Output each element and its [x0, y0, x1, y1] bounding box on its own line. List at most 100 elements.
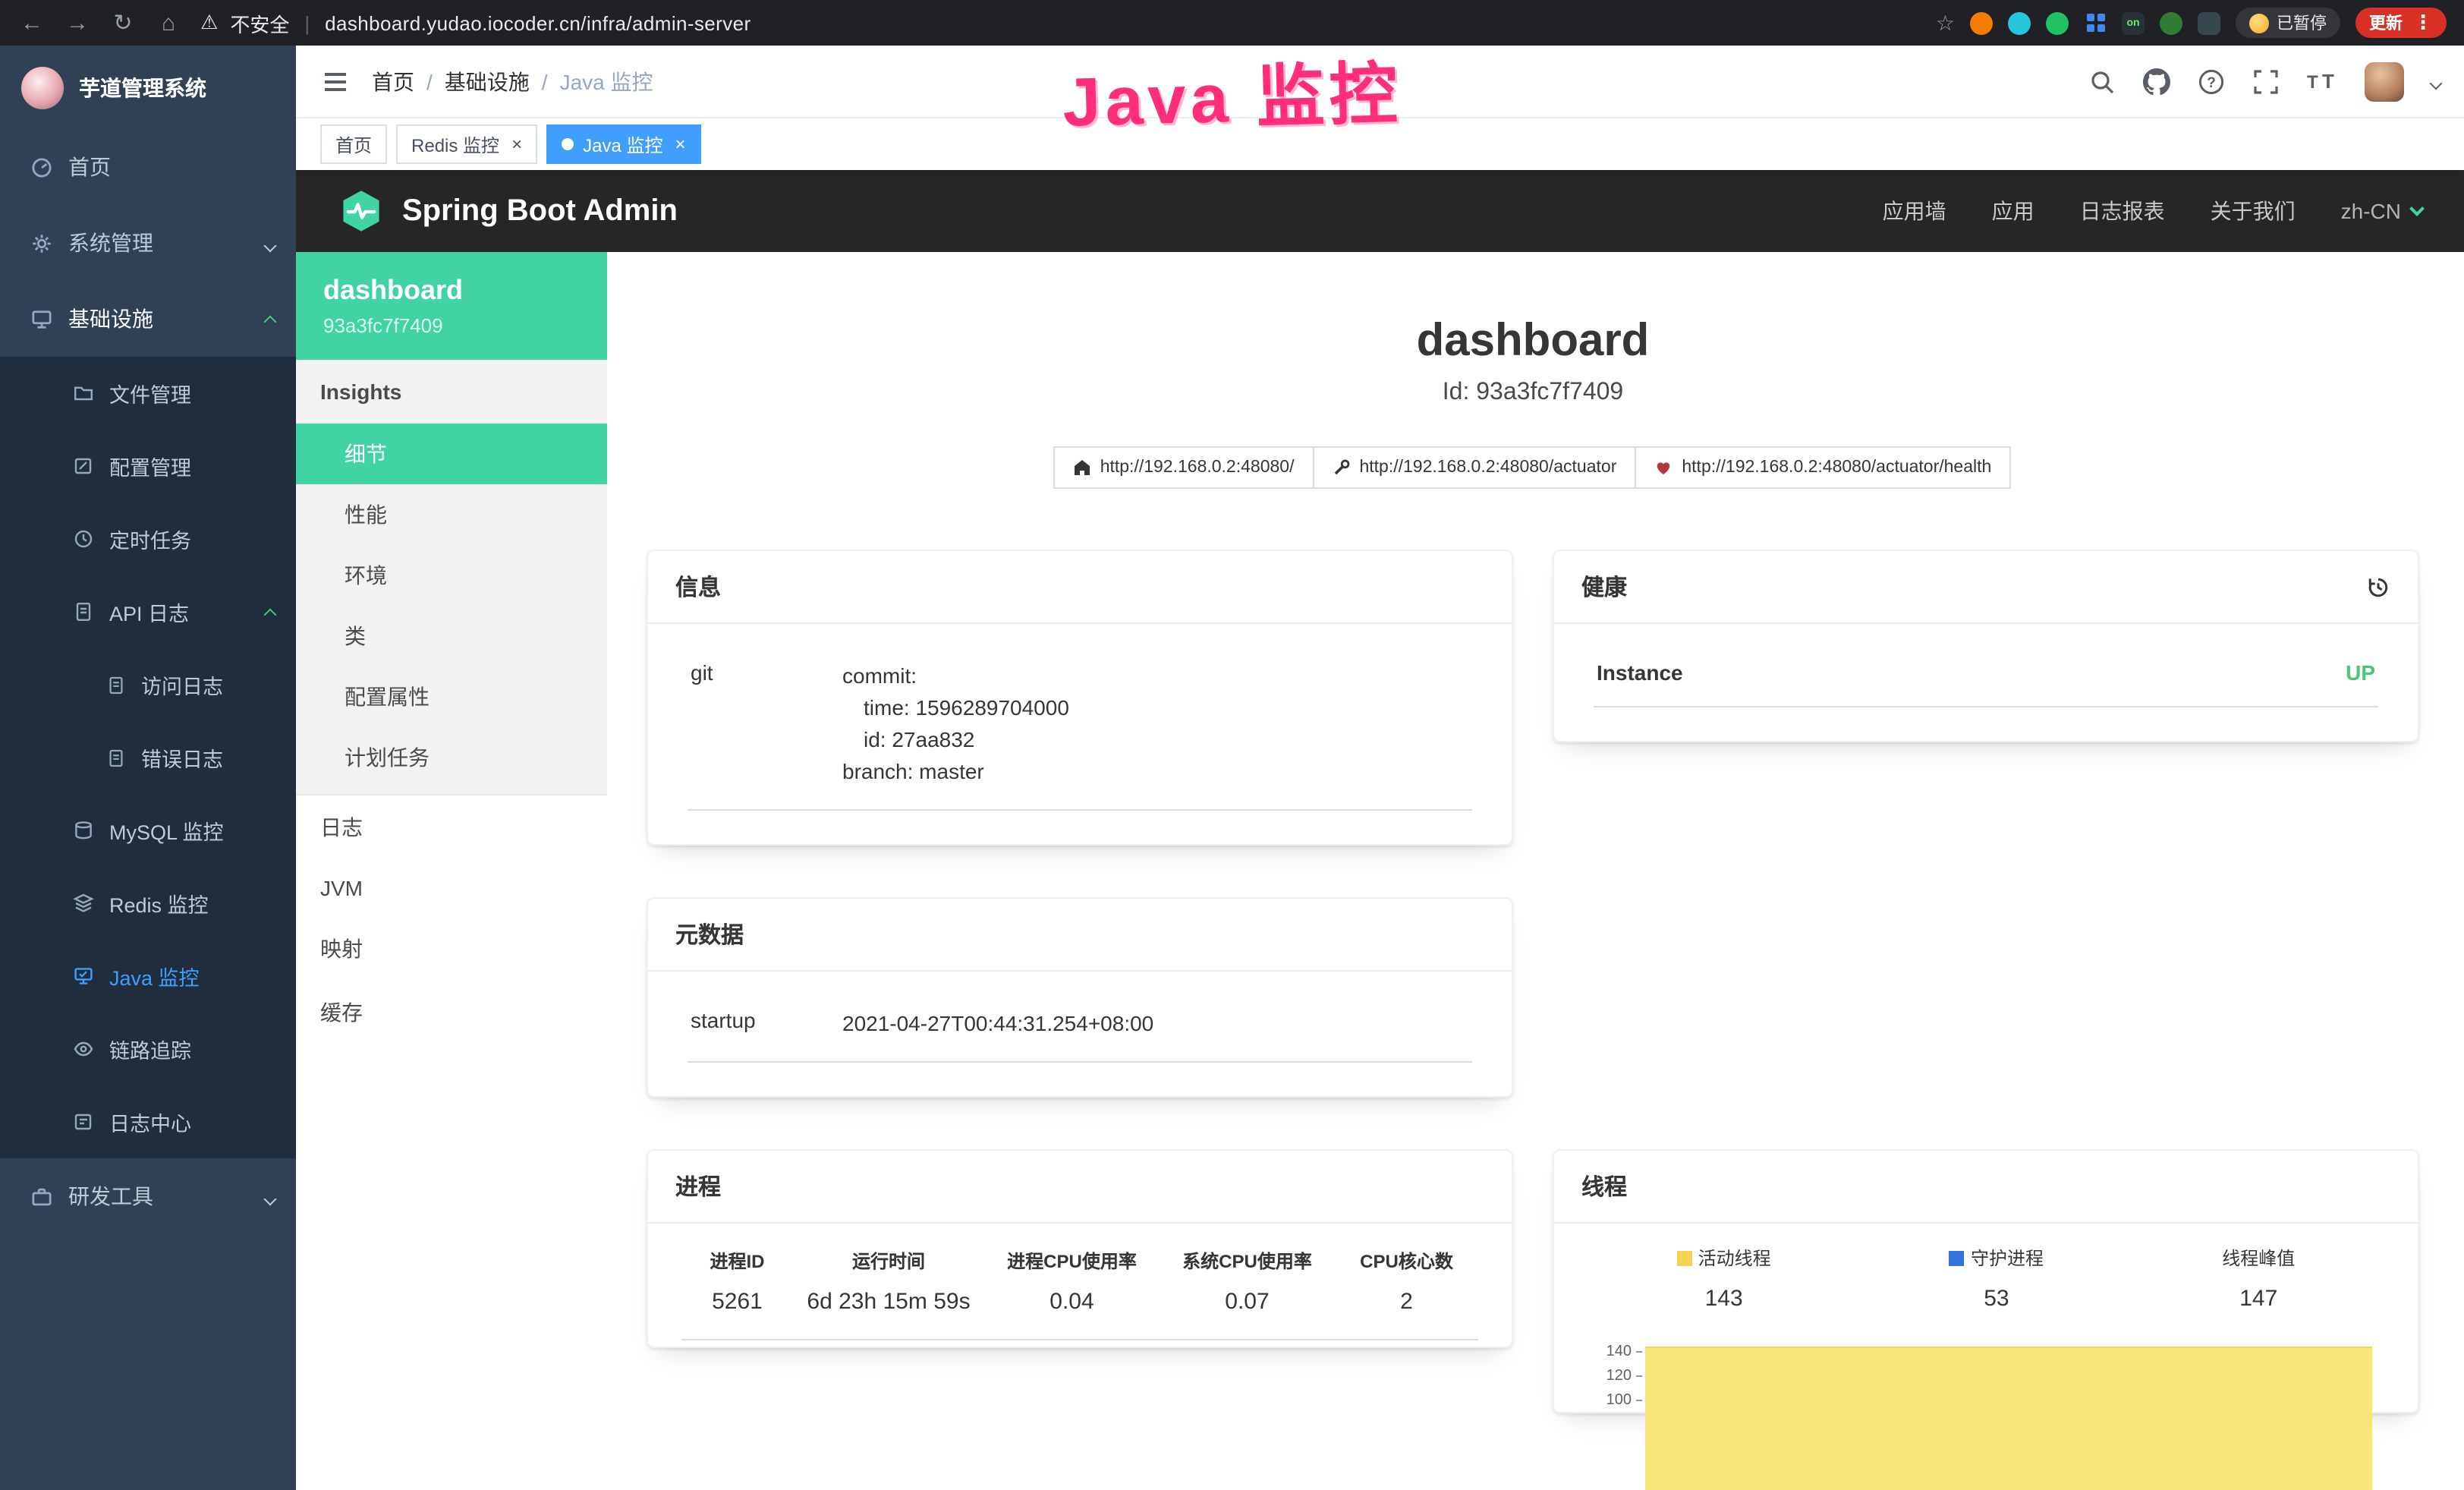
close-icon[interactable]: × — [675, 134, 685, 155]
extension-icon[interactable] — [2160, 11, 2182, 34]
gear-icon — [30, 232, 53, 254]
page-header: 首页 / 基础设施 / Java 监控 ? — [296, 46, 2464, 118]
sidebar-item-file-management[interactable]: 文件管理 — [0, 357, 296, 430]
help-icon[interactable]: ? — [2198, 68, 2225, 95]
service-url-link[interactable]: http://192.168.0.2:48080/ — [1053, 446, 1314, 489]
process-header: CPU核心数 — [1335, 1224, 1478, 1286]
process-table: 进程ID 运行时间 进程CPU使用率 系统CPU使用率 CPU核心数 5261 … — [681, 1224, 1478, 1340]
sba-language-select[interactable]: zh-CN — [2341, 199, 2422, 223]
bookmark-star-icon[interactable]: ☆ — [1936, 10, 1955, 36]
actuator-url-link[interactable]: http://192.168.0.2:48080/actuator — [1312, 446, 1636, 489]
screen: ← → ↻ ⌂ ⚠ 不安全 | dashboard.yudao.iocoder.… — [0, 0, 2464, 1490]
reload-icon[interactable]: ↻ — [109, 9, 137, 36]
process-card-title: 进程 — [648, 1151, 1512, 1224]
process-value: 0.04 — [984, 1286, 1160, 1340]
briefcase-icon — [30, 1185, 53, 1208]
url-divider: | — [304, 11, 310, 34]
sidebar-item-redis-monitor[interactable]: Redis 监控 — [0, 867, 296, 940]
browser-menu-icon[interactable]: ⋮ — [2413, 11, 2433, 35]
sidebar-item-java-monitor[interactable]: Java 监控 — [0, 940, 296, 1013]
user-avatar[interactable] — [2365, 61, 2404, 101]
active-threads-area — [1645, 1347, 2372, 1490]
info-card-title: 信息 — [648, 551, 1512, 624]
process-value: 5261 — [681, 1286, 793, 1340]
avatar-caret-icon[interactable] — [2431, 68, 2440, 95]
sidebar-item-error-log[interactable]: 错误日志 — [0, 721, 296, 794]
sba-nav-applications[interactable]: 应用 — [1992, 196, 2034, 226]
sba-brand[interactable]: Spring Boot Admin — [338, 188, 678, 234]
paused-badge[interactable]: 已暂停 — [2236, 8, 2340, 38]
sidebar-item-access-log[interactable]: 访问日志 — [0, 648, 296, 721]
sba-item-config-props[interactable]: 配置属性 — [296, 666, 607, 727]
sba-nav-about[interactable]: 关于我们 — [2211, 196, 2296, 226]
health-url-link[interactable]: http://192.168.0.2:48080/actuator/health — [1635, 446, 2011, 489]
address-url[interactable]: dashboard.yudao.iocoder.cn/infra/admin-s… — [325, 11, 751, 34]
chevron-up-icon — [266, 307, 275, 331]
sba-nav-journal[interactable]: 日志报表 — [2080, 196, 2165, 226]
sidebar-item-link-tracing[interactable]: 链路追踪 — [0, 1013, 296, 1085]
monitor-icon — [30, 307, 53, 330]
sba-main: dashboard Id: 93a3fc7f7409 http://192.16… — [607, 252, 2464, 1490]
update-button[interactable]: 更新 ⋮ — [2355, 8, 2447, 38]
sba-item-mappings[interactable]: 映射 — [296, 917, 607, 981]
sba-nav-wallboard[interactable]: 应用墙 — [1883, 196, 1946, 226]
collapse-sidebar-icon[interactable] — [320, 66, 351, 96]
extension-puzzle-icon[interactable] — [2198, 11, 2220, 34]
chevron-up-icon — [266, 600, 275, 623]
browser-chrome: ← → ↻ ⌂ ⚠ 不安全 | dashboard.yudao.iocoder.… — [0, 0, 2464, 46]
sba-item-environment[interactable]: 环境 — [296, 545, 607, 606]
sidebar-item-system[interactable]: 系统管理 — [0, 205, 296, 281]
process-header: 运行时间 — [793, 1224, 984, 1286]
sidebar-item-scheduled-jobs[interactable]: 定时任务 — [0, 502, 296, 575]
sba-sidebar: dashboard 93a3fc7f7409 Insights 细节 性能 环境… — [296, 252, 607, 1490]
extension-icon[interactable] — [1970, 11, 1993, 34]
home-icon[interactable]: ⌂ — [155, 10, 182, 36]
sba-item-details[interactable]: 细节 — [296, 424, 607, 484]
sidebar-item-api-log[interactable]: API 日志 — [0, 575, 296, 648]
extension-icon[interactable] — [2046, 11, 2069, 34]
extension-icon[interactable]: on — [2122, 11, 2145, 34]
forward-icon[interactable]: → — [64, 10, 91, 36]
folder-icon — [73, 383, 94, 404]
sidebar-item-mysql-monitor[interactable]: MySQL 监控 — [0, 794, 296, 867]
sidebar-item-config-management[interactable]: 配置管理 — [0, 430, 296, 502]
sba-item-caches[interactable]: 缓存 — [296, 981, 607, 1044]
extension-grid-icon[interactable] — [2084, 11, 2107, 34]
sba-item-metrics[interactable]: 性能 — [296, 484, 607, 545]
fullscreen-icon[interactable] — [2252, 68, 2280, 95]
sba-item-loggers[interactable]: 日志 — [296, 795, 607, 859]
font-size-icon[interactable]: TT — [2307, 68, 2337, 95]
sba-instance-header[interactable]: dashboard 93a3fc7f7409 — [296, 252, 607, 360]
search-icon[interactable] — [2088, 68, 2116, 95]
github-icon[interactable] — [2143, 68, 2170, 95]
sidebar-item-dev-tools[interactable]: 研发工具 — [0, 1158, 296, 1234]
tab-home[interactable]: 首页 — [320, 124, 387, 164]
document-icon — [73, 601, 94, 622]
process-header: 系统CPU使用率 — [1160, 1224, 1335, 1286]
main-column: Java 监控 首页 / 基础设施 / Java 监控 — [296, 46, 2464, 1490]
threads-card-title: 线程 — [1554, 1151, 2418, 1224]
tab-java-monitor[interactable]: Java 监控 × — [546, 124, 700, 164]
cards-grid: 信息 git commit: time: 1596289704000 id: 2… — [647, 550, 2419, 1413]
extension-icon[interactable] — [2008, 11, 2031, 34]
sba-item-scheduled-tasks[interactable]: 计划任务 — [296, 727, 607, 788]
header-actions: ? TT — [2088, 61, 2440, 101]
info-key: git — [691, 660, 842, 788]
breadcrumb-home[interactable]: 首页 — [372, 66, 414, 96]
sba-item-jvm[interactable]: JVM — [296, 859, 607, 917]
address-bar[interactable]: ⚠ 不安全 | dashboard.yudao.iocoder.cn/infra… — [200, 8, 751, 37]
sidebar-item-log-center[interactable]: 日志中心 — [0, 1085, 296, 1158]
metadata-value: 2021-04-27T00:44:31.254+08:00 — [842, 1008, 1469, 1040]
breadcrumb-current: Java 监控 — [560, 66, 653, 96]
sba-item-beans[interactable]: 类 — [296, 606, 607, 666]
sba-nav: 应用墙 应用 日志报表 关于我们 zh-CN — [1883, 196, 2422, 226]
breadcrumb-infra[interactable]: 基础设施 — [445, 66, 530, 96]
history-icon[interactable] — [2366, 575, 2390, 599]
app-logo[interactable]: 芋道管理系统 — [0, 46, 296, 129]
tab-redis-monitor[interactable]: Redis 监控 × — [396, 124, 537, 164]
sidebar-item-home[interactable]: 首页 — [0, 129, 296, 205]
close-icon[interactable]: × — [511, 134, 522, 155]
sidebar-item-infrastructure[interactable]: 基础设施 — [0, 281, 296, 357]
metadata-card-title: 元数据 — [648, 899, 1512, 972]
back-icon[interactable]: ← — [18, 10, 46, 36]
